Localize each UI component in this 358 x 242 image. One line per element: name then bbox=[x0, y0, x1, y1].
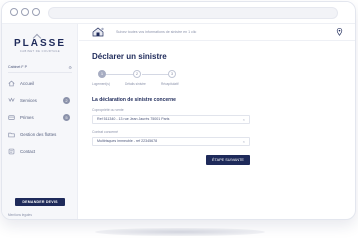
step-2[interactable]: 2 bbox=[133, 70, 141, 78]
sidebar-item-label: Contact bbox=[20, 149, 36, 154]
sidebar-item-primes[interactable]: Primes 5 bbox=[8, 113, 72, 122]
sidebar-item-label: Primes bbox=[20, 115, 34, 120]
home-icon bbox=[8, 80, 15, 87]
brand-logo[interactable]: PLASSE CABINET DE COURTAGE bbox=[2, 33, 78, 53]
sidebar-item-label: Accueil bbox=[20, 81, 35, 86]
sidebar-item-contact[interactable]: Contact bbox=[8, 147, 72, 156]
services-icon bbox=[8, 97, 15, 102]
contract-field-label: Contrat concerné bbox=[92, 130, 119, 134]
services-count-badge: 2 bbox=[63, 97, 70, 104]
sidebar-item-flottes[interactable]: Gestion des flottes bbox=[8, 130, 72, 139]
account-selector[interactable]: Cabinet F P ⚙ bbox=[8, 65, 72, 73]
topbar-notice: Suivez toutes vos informations de sinist… bbox=[116, 30, 197, 34]
step-3-label: Récapitulatif bbox=[161, 82, 179, 86]
property-field-label: Copropriété ou vente bbox=[92, 108, 124, 112]
brand-name: PLASSE bbox=[13, 38, 66, 49]
sidebar-item-label: Gestion des flottes bbox=[20, 132, 57, 137]
brand-tagline: CABINET DE COURTAGE bbox=[19, 50, 61, 53]
folder-icon bbox=[8, 132, 15, 138]
address-bar[interactable] bbox=[48, 7, 338, 19]
page-title: Déclarer un sinistre bbox=[92, 52, 167, 61]
contact-icon bbox=[8, 148, 15, 155]
step-1-label: Logement(s) bbox=[92, 82, 110, 86]
window-dot-maximize[interactable] bbox=[32, 8, 40, 16]
account-label: Cabinet F P bbox=[8, 65, 27, 69]
house-illustration-icon bbox=[92, 27, 104, 37]
contract-select-value: Multirisques immeuble - ref 22345678 bbox=[97, 139, 158, 143]
top-bar: Suivez toutes vos informations de sinist… bbox=[79, 24, 355, 41]
step-3[interactable]: 3 bbox=[168, 70, 176, 78]
main-content: Déclarer un sinistre 1 2 3 Logement(s) D… bbox=[79, 41, 355, 219]
sidebar-item-services[interactable]: Services 2 bbox=[8, 96, 72, 105]
browser-titlebar bbox=[2, 2, 355, 24]
legal-link[interactable]: Mentions legales bbox=[8, 213, 32, 217]
sidebar-item-label: Services bbox=[20, 98, 37, 103]
section-title: La déclaration de sinistre concerne bbox=[92, 97, 176, 103]
window-dot-minimize[interactable] bbox=[21, 8, 29, 16]
step-1[interactable]: 1 bbox=[98, 70, 106, 78]
clear-icon[interactable]: × bbox=[243, 116, 245, 123]
request-quote-button[interactable]: DEMANDER DEVIS bbox=[15, 198, 65, 206]
window-shadow bbox=[95, 228, 265, 236]
step-2-label: Détails sinistre bbox=[125, 82, 146, 86]
wallet-icon bbox=[8, 115, 15, 120]
sidebar-item-accueil[interactable]: Accueil bbox=[8, 79, 72, 88]
property-select[interactable]: Ref 511340 - 13 rue Jean Jaurès 75001 Pa… bbox=[92, 115, 250, 124]
window-dot-close[interactable] bbox=[10, 8, 18, 16]
gear-icon[interactable]: ⚙ bbox=[68, 65, 72, 70]
location-pin-icon[interactable] bbox=[336, 28, 343, 36]
clear-icon[interactable]: × bbox=[243, 138, 245, 145]
sidebar: PLASSE CABINET DE COURTAGE Cabinet F P ⚙… bbox=[2, 24, 78, 219]
stepper-connector bbox=[104, 74, 134, 75]
property-select-value: Ref 511340 - 13 rue Jean Jaurès 75001 Pa… bbox=[97, 117, 170, 121]
contract-select[interactable]: Multirisques immeuble - ref 22345678 × bbox=[92, 137, 250, 146]
browser-window: PLASSE CABINET DE COURTAGE Cabinet F P ⚙… bbox=[1, 1, 356, 220]
primes-count-badge: 5 bbox=[63, 114, 70, 121]
next-step-button[interactable]: ÉTAPE SUIVANTE bbox=[206, 155, 250, 165]
